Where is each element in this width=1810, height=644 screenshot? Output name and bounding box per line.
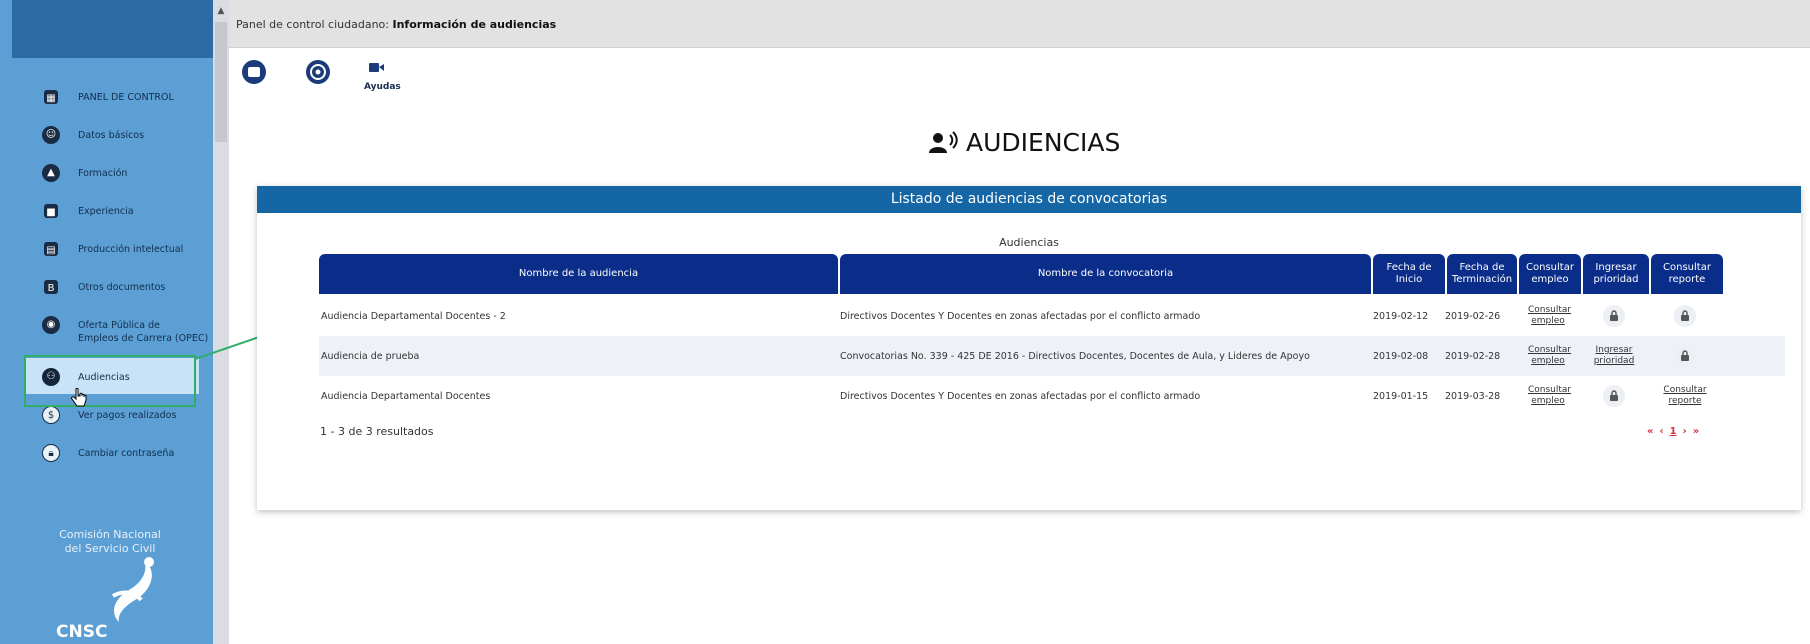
sidebar: ▦ PANEL DE CONTROL ☺ Datos básicos ▲ For… — [0, 0, 213, 644]
sidebar-item-label: Formación — [78, 168, 128, 179]
brand-short: CNSC — [56, 622, 108, 642]
card-heading: Listado de audiencias de convocatorias — [890, 191, 1168, 207]
graduation-icon: ▲ — [42, 164, 60, 182]
cell-convocatoria: Directivos Docentes Y Docentes en zonas … — [840, 390, 1201, 402]
sidebar-item-produccion-intelectual[interactable]: ▤ Producción intelectual — [12, 230, 213, 266]
lock-icon — [1603, 305, 1625, 327]
column-header-fecha-inicio[interactable]: Fecha de Inicio — [1373, 254, 1445, 294]
cell-convocatoria: Convocatorias No. 339 - 425 DE 2016 - Di… — [840, 350, 1310, 362]
grid-icon: ▦ — [44, 90, 58, 104]
consultar-reporte-link[interactable]: Consultar reporte — [1660, 385, 1710, 407]
user-icon: ☺ — [42, 126, 60, 144]
highlight-box — [24, 355, 196, 407]
page-title-text: AUDIENCIAS — [966, 128, 1121, 157]
lock-icon — [1674, 345, 1696, 367]
pagination: « ‹ 1 › » — [1647, 426, 1699, 437]
column-header-ingresar-prioridad[interactable]: Ingresar prioridad — [1583, 254, 1649, 294]
brand-name: Comisión Nacional del Servicio Civil — [40, 528, 180, 556]
lock-icon: 🔒︎ — [42, 444, 60, 462]
cell-convocatoria: Directivos Docentes Y Docentes en zonas … — [840, 310, 1201, 322]
brand-line-1: Comisión Nacional — [59, 528, 161, 541]
table-row: Audiencia Departamental Docentes Directi… — [319, 376, 1785, 416]
cell-audiencia: Audiencia Departamental Docentes — [321, 390, 491, 402]
cell-fecha-inicio: 2019-01-15 — [1373, 390, 1429, 402]
pager-last-button[interactable]: » — [1693, 426, 1699, 437]
cnsc-logo-icon — [111, 557, 154, 622]
sidebar-item-label: Ver pagos realizados — [78, 410, 177, 421]
consultar-empleo-link[interactable]: Consultar empleo — [1528, 345, 1571, 367]
audience-icon — [929, 130, 958, 153]
column-header-audiencia[interactable]: Nombre de la audiencia — [319, 254, 838, 294]
page-title: AUDIENCIAS — [928, 128, 1120, 157]
cell-fecha-inicio: 2019-02-12 — [1373, 310, 1429, 322]
sidebar-item-label: Experiencia — [78, 206, 134, 217]
column-header-fecha-terminacion[interactable]: Fecha de Terminación — [1447, 254, 1517, 294]
opec-label-line2: Empleos de Carrera (OPEC) — [78, 333, 209, 344]
sidebar-item-label: Producción intelectual — [78, 244, 184, 255]
column-header-convocatoria[interactable]: Nombre de la convocatoria — [840, 254, 1371, 294]
table-caption: Audiencias — [257, 236, 1801, 249]
sidebar-item-label: Datos básicos — [78, 130, 145, 141]
lock-icon — [1603, 385, 1625, 407]
brand-line-2: del Servicio Civil — [64, 542, 156, 555]
breadcrumb-title: Información de audiencias — [392, 18, 557, 31]
video-camera-icon[interactable] — [366, 58, 386, 78]
hand-cursor-icon — [71, 388, 87, 407]
consultar-empleo-link[interactable]: Consultar empleo — [1528, 385, 1571, 407]
breadcrumb-prefix: Panel de control ciudadano: — [236, 18, 393, 31]
sidebar-item-datos-basicos[interactable]: ☺ Datos básicos — [12, 116, 213, 152]
sidebar-item-label: PANEL DE CONTROL — [78, 92, 174, 103]
column-header-consultar-reporte[interactable]: Consultar reporte — [1651, 254, 1723, 294]
sidebar-item-opec[interactable]: ◉ Oferta Pública de Empleos de Carrera (… — [12, 306, 213, 354]
header-bar: Panel de control ciudadano: Información … — [229, 0, 1810, 48]
sidebar-item-experiencia[interactable]: ■ Experiencia — [12, 192, 213, 228]
dollar-icon: $ — [42, 406, 60, 424]
consultar-empleo-link[interactable]: Consultar empleo — [1528, 305, 1571, 327]
cell-audiencia: Audiencia de prueba — [321, 350, 420, 362]
results-count: 1 - 3 de 3 resultados — [320, 425, 434, 438]
scroll-thumb[interactable] — [215, 22, 227, 142]
help-label[interactable]: Ayudas — [364, 82, 401, 92]
sidebar-item-otros-documentos[interactable]: B Otros documentos — [12, 268, 213, 304]
table-header: Nombre de la audiencia Nombre de la conv… — [319, 254, 1725, 294]
column-header-consultar-empleo[interactable]: Consultar empleo — [1519, 254, 1581, 294]
table-caption-text: Audiencias — [999, 236, 1059, 249]
pager-next-button[interactable]: › — [1683, 426, 1687, 437]
document-icon: B — [44, 280, 58, 294]
pager-prev-button[interactable]: ‹ — [1659, 426, 1663, 437]
scroll-up-icon[interactable]: ▲ — [213, 4, 229, 18]
sidebar-item-label: Otros documentos — [78, 282, 166, 293]
briefcase-icon: ■ — [44, 204, 58, 218]
globe-icon: ◉ — [42, 316, 60, 334]
table-row: Audiencia Departamental Docentes - 2 Dir… — [319, 296, 1785, 336]
cell-fecha-fin: 2019-02-26 — [1445, 310, 1501, 322]
sidebar-top-bar — [12, 0, 213, 58]
sidebar-item-label: Cambiar contraseña — [78, 448, 175, 459]
ingresar-prioridad-link[interactable]: Ingresar prioridad — [1591, 345, 1637, 367]
book-icon: ▤ — [44, 242, 58, 256]
menu-toggle-icon[interactable] — [240, 58, 268, 86]
sidebar-item-panel-de-control[interactable]: ▦ PANEL DE CONTROL — [12, 78, 213, 114]
cell-fecha-inicio: 2019-02-08 — [1373, 350, 1429, 362]
opec-label-line1: Oferta Pública de — [78, 320, 160, 331]
pager-page-1[interactable]: 1 — [1670, 426, 1677, 437]
breadcrumb: Panel de control ciudadano: Información … — [236, 18, 556, 31]
lock-icon — [1674, 305, 1696, 327]
help-circle-icon[interactable] — [304, 58, 332, 86]
cell-audiencia: Audiencia Departamental Docentes - 2 — [321, 310, 506, 322]
audiences-card: Listado de audiencias de convocatorias A… — [257, 186, 1801, 510]
pager-first-button[interactable]: « — [1647, 426, 1653, 437]
cell-fecha-fin: 2019-03-28 — [1445, 390, 1501, 402]
sidebar-item-cambiar-contrasena[interactable]: 🔒︎ Cambiar contraseña — [12, 434, 213, 470]
card-header: Listado de audiencias de convocatorias — [257, 186, 1801, 213]
cell-fecha-fin: 2019-02-28 — [1445, 350, 1501, 362]
table-row: Audiencia de prueba Convocatorias No. 33… — [319, 336, 1785, 376]
sidebar-item-formacion[interactable]: ▲ Formación — [12, 154, 213, 190]
sidebar-scrollbar[interactable]: ▲ — [213, 0, 229, 644]
sidebar-item-label: Oferta Pública de Empleos de Carrera (OP… — [78, 319, 208, 345]
